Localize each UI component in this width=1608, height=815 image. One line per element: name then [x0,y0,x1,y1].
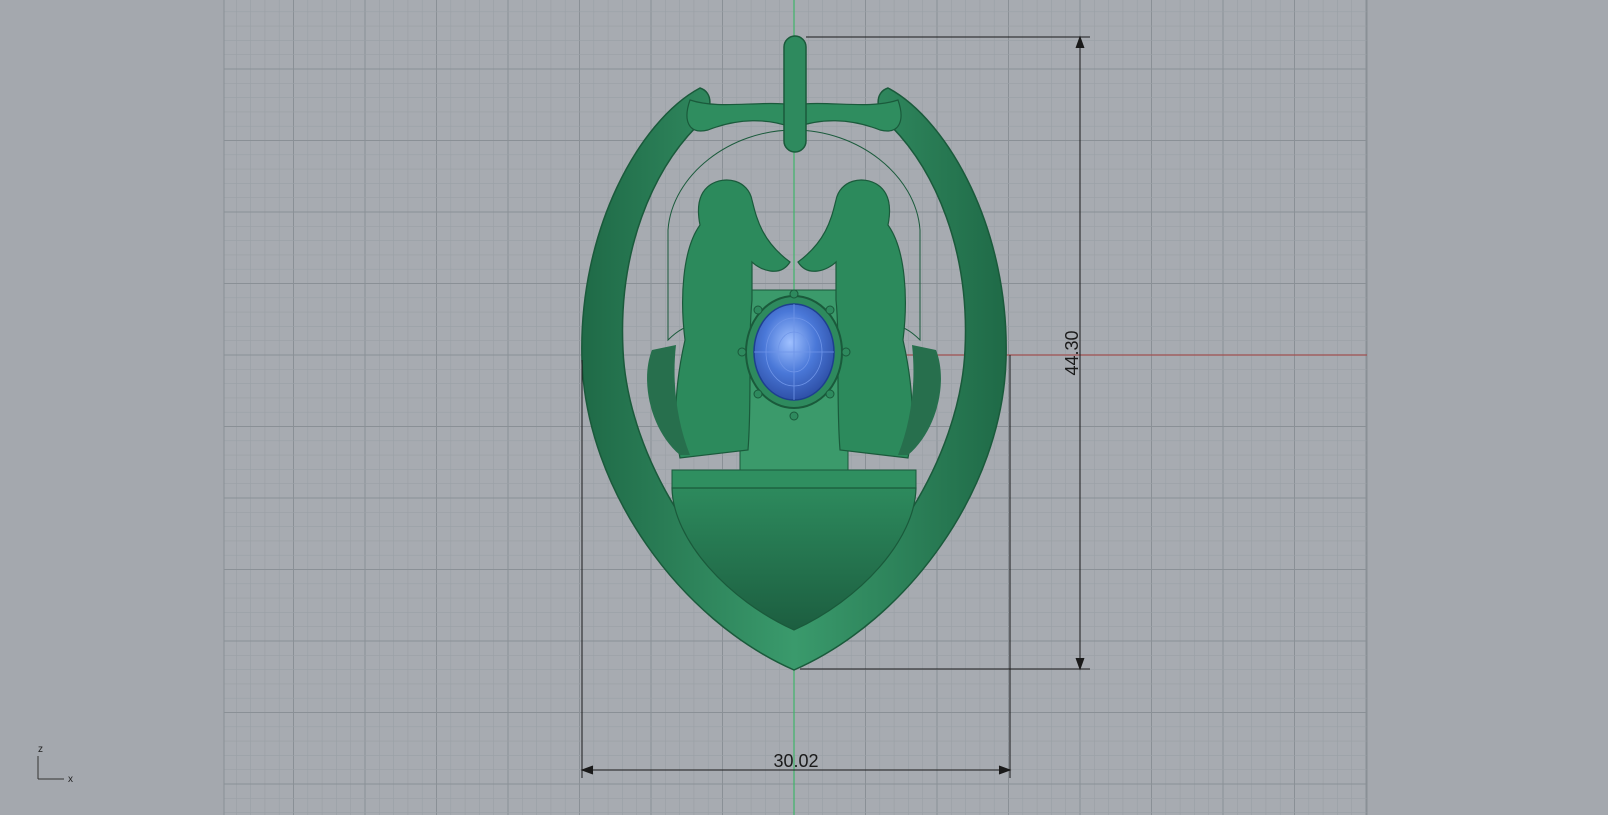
axis-widget-x-label: x [68,774,73,785]
pendant-ledge [671,469,917,489]
axis-widget-z-label: z [38,744,43,755]
pendant-bail [783,35,807,153]
height-dimension-label[interactable]: 44.30 [1062,330,1082,375]
viewport-canvas[interactable]: 44.30 30.02 z x [0,0,1608,815]
front-viewport[interactable]: 44.30 30.02 z x [0,0,1608,815]
width-dimension-label[interactable]: 30.02 [773,751,818,771]
